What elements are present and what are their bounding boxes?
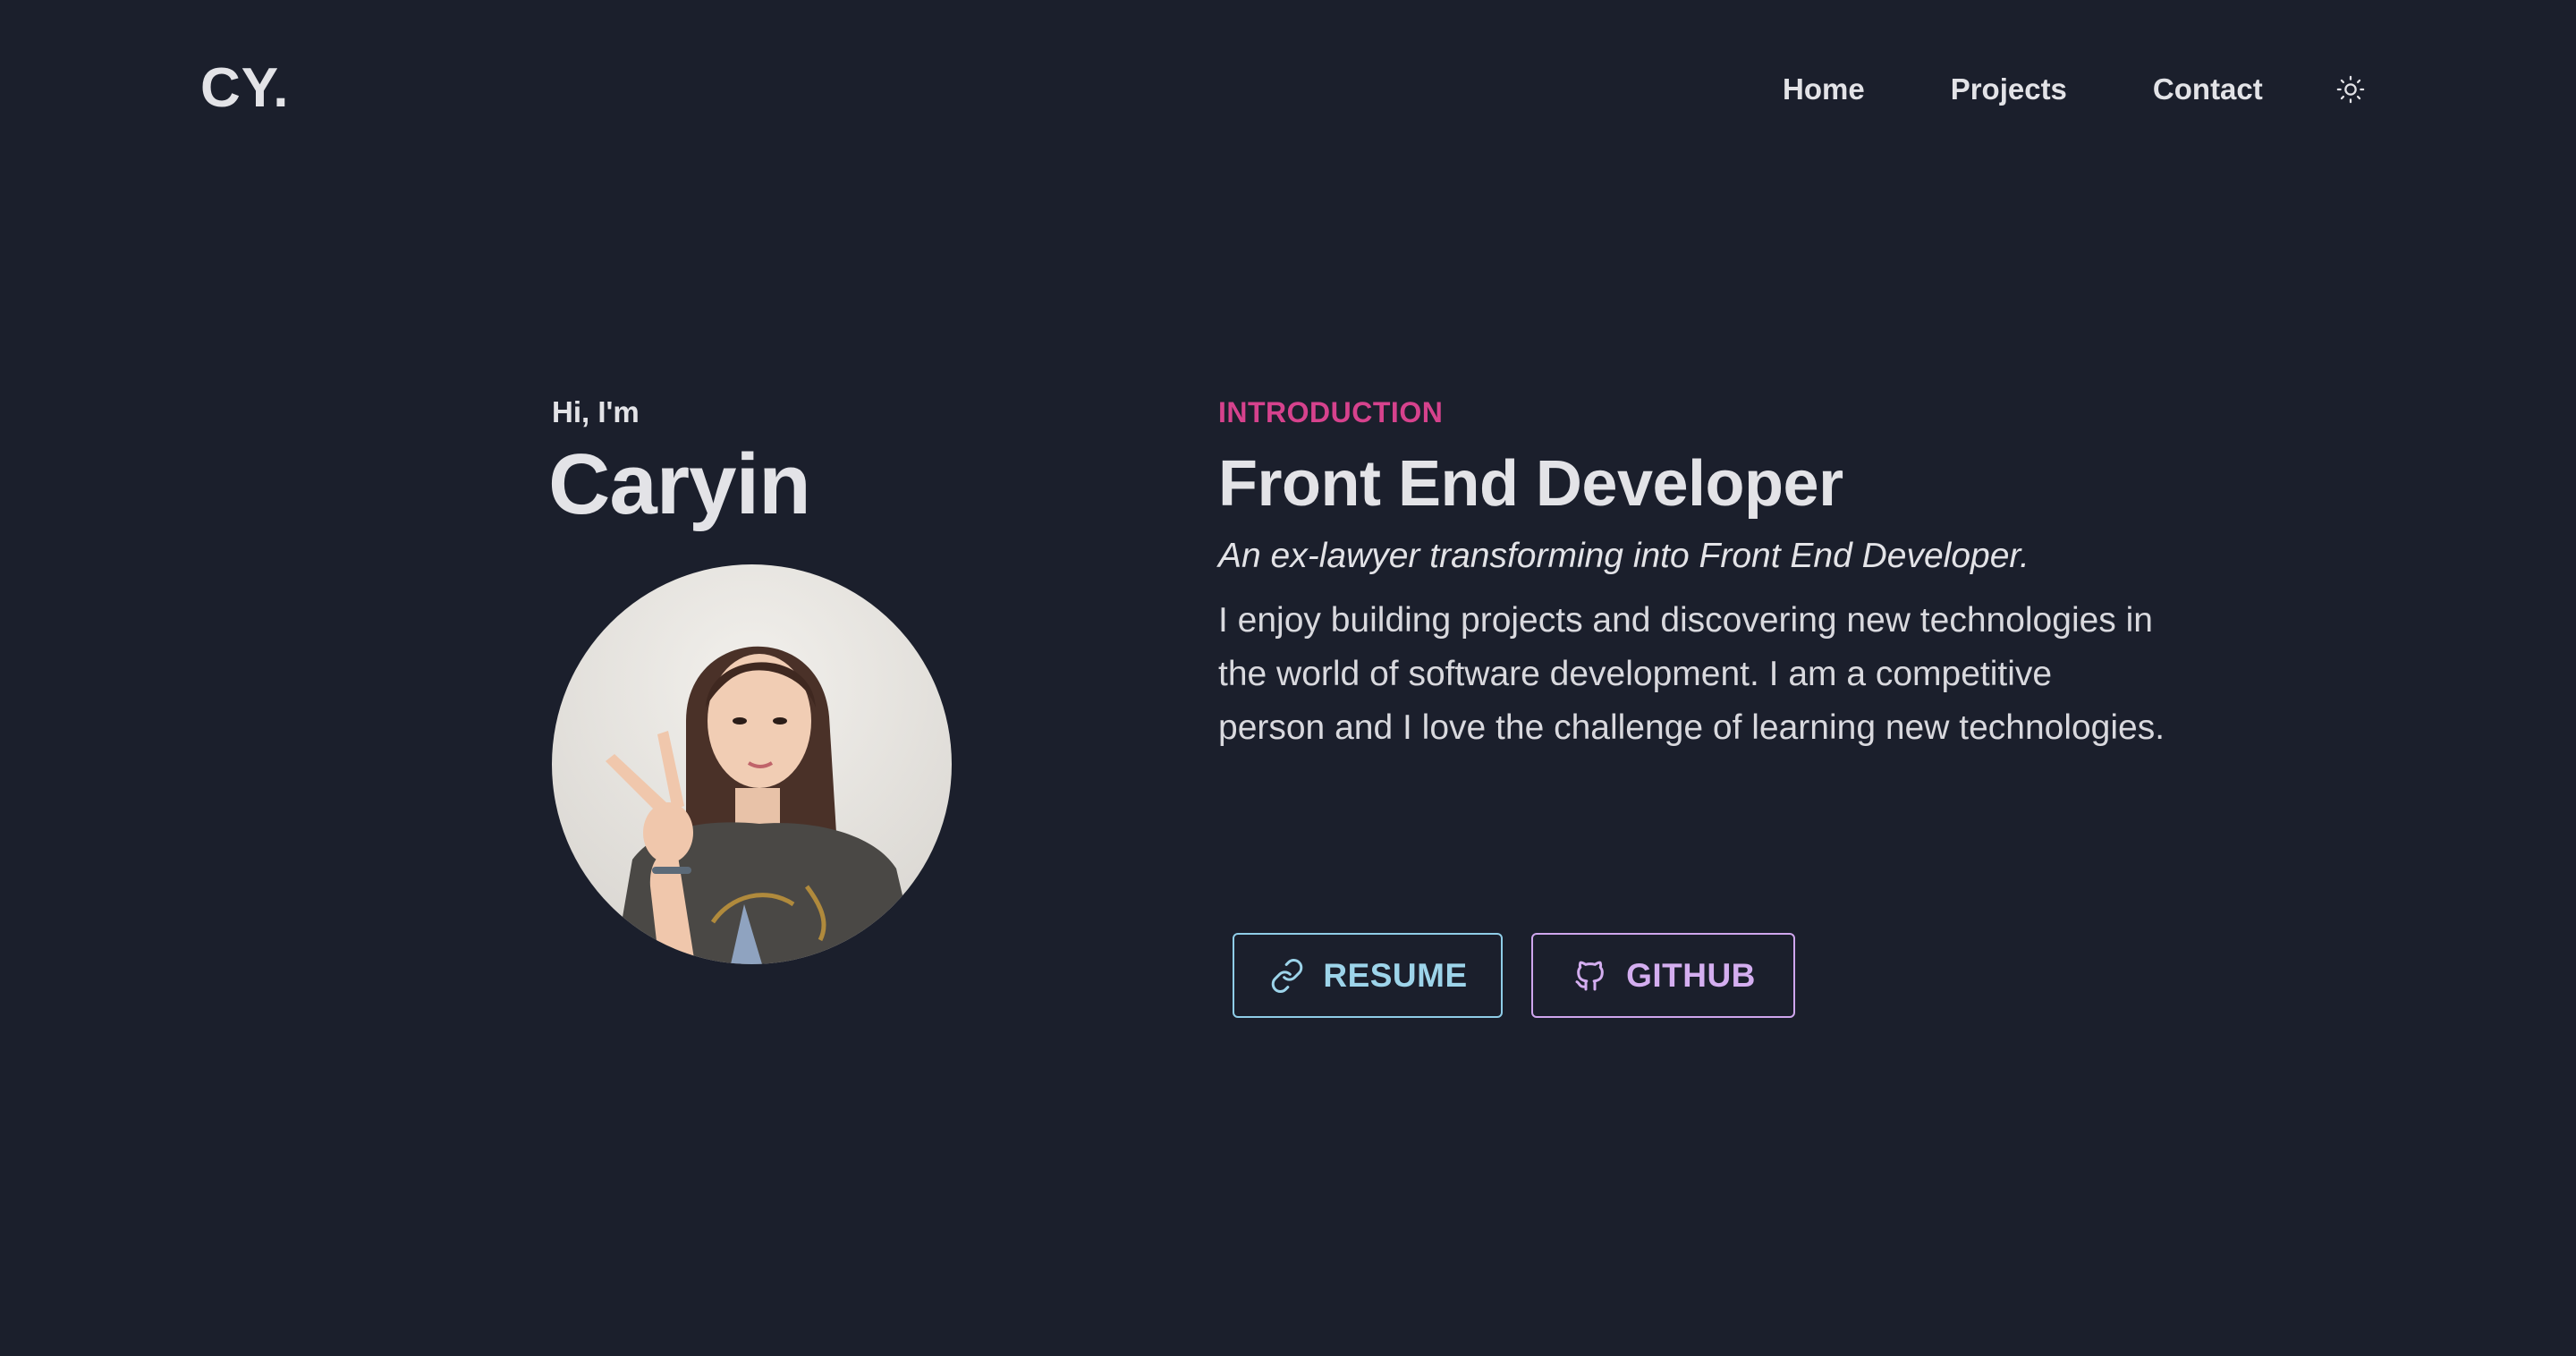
profile-photo (552, 564, 952, 964)
hero-greeting: Hi, I'm (552, 395, 640, 428)
main-nav: Home Projects Contact (1783, 67, 2368, 112)
hero-left: Hi, I'm Caryin (548, 390, 811, 533)
intro-bio: I enjoy building projects and discoverin… (1218, 601, 2165, 747)
avatar (552, 564, 952, 964)
nav-link-projects[interactable]: Projects (1951, 67, 2067, 112)
site-logo[interactable]: CY. (200, 55, 289, 122)
nav-link-contact[interactable]: Contact (2153, 67, 2263, 112)
intro-role: Front End Developer (1218, 448, 1843, 520)
resume-button[interactable]: RESUME (1233, 933, 1503, 1018)
github-icon (1571, 956, 1610, 996)
intro-tagline: An ex-lawyer transforming into Front End… (1218, 537, 2029, 575)
hero-name: Caryin (548, 436, 811, 532)
github-button-label: GITHUB (1626, 956, 1756, 994)
intro-eyebrow: INTRODUCTION (1218, 396, 1444, 428)
github-button[interactable]: GITHUB (1531, 933, 1795, 1018)
intro-section: INTRODUCTION Front End Developer An ex-l… (1218, 390, 2166, 755)
theme-toggle-button[interactable] (2333, 72, 2368, 107)
link-icon (1267, 956, 1307, 996)
nav-link-home[interactable]: Home (1783, 67, 1865, 112)
sun-icon (2336, 75, 2365, 104)
resume-button-label: RESUME (1323, 956, 1468, 994)
